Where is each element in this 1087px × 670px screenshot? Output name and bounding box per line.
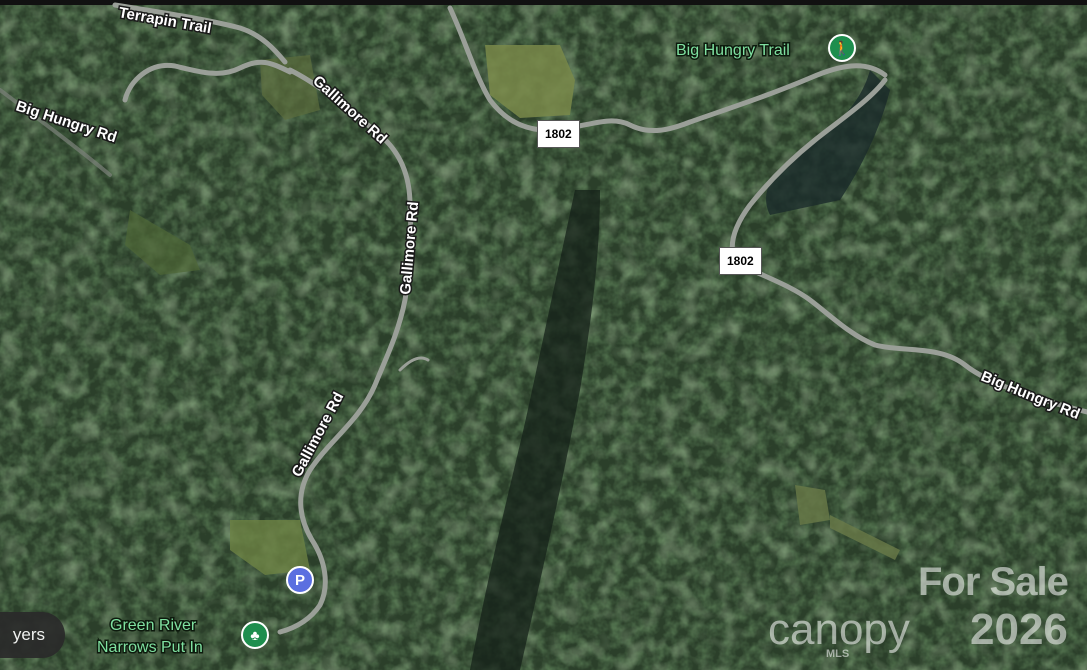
label-green-river-line1[interactable]: Green River: [109, 616, 199, 636]
route-shield-1802-top: 1802: [537, 120, 580, 148]
label-green-river-line2[interactable]: Narrows Put In: [96, 638, 205, 658]
watermark-for-sale: For Sale: [918, 560, 1069, 604]
parking-icon[interactable]: P: [286, 566, 314, 594]
route-shield-1802-mid: 1802: [719, 247, 762, 275]
top-border: [0, 0, 1087, 5]
tree-icon[interactable]: ♣: [241, 621, 269, 649]
watermark-brand-sub: MLS: [826, 648, 850, 660]
hiker-icon[interactable]: 🚶: [828, 34, 856, 62]
label-big-hungry-trail[interactable]: Big Hungry Trail: [675, 41, 792, 61]
layers-button[interactable]: yers: [0, 612, 65, 658]
watermark-year: 2026: [970, 605, 1068, 654]
